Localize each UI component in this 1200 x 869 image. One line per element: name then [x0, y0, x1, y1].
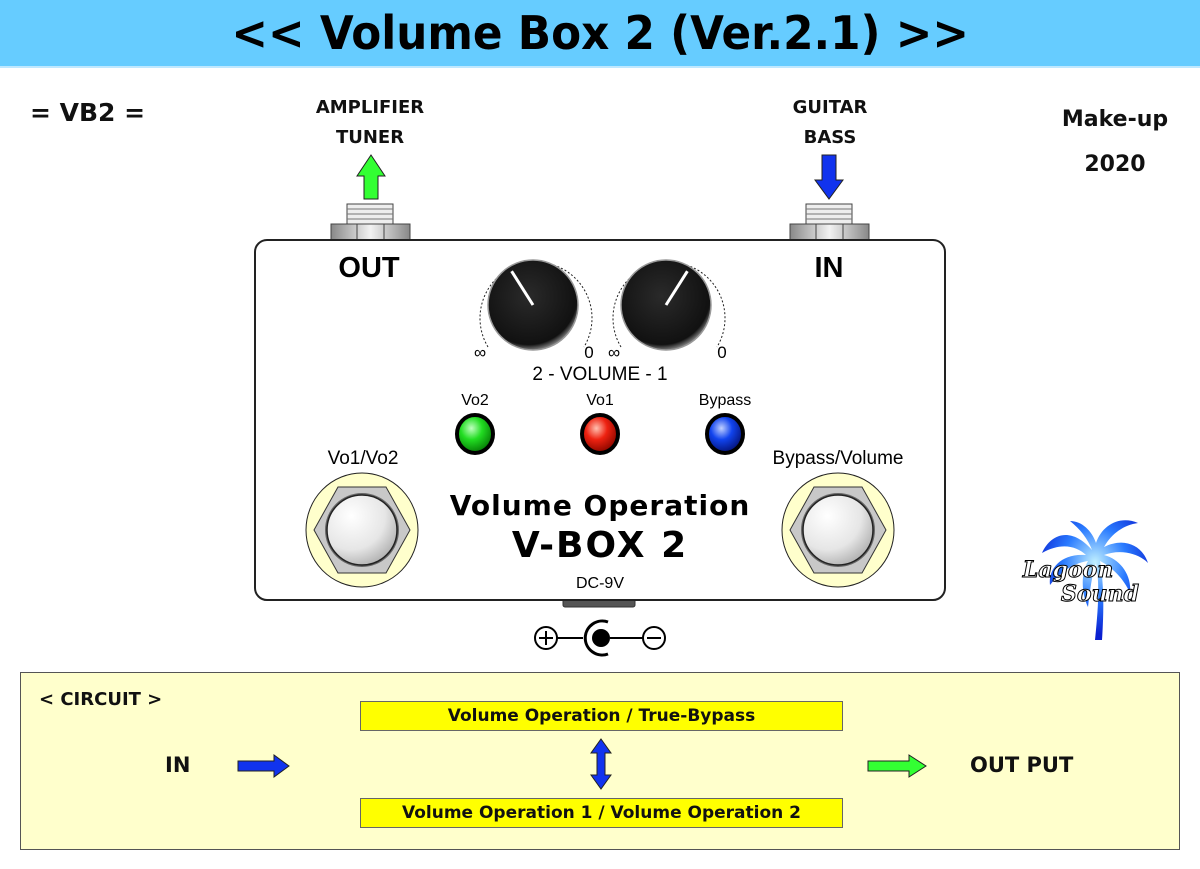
led-bypass-label: Bypass	[699, 392, 751, 409]
knob1-min-label: ∞	[608, 343, 620, 362]
circuit-mode-top: Volume Operation / True-Bypass	[360, 701, 843, 731]
footswitch-bypass-volume[interactable]	[781, 472, 895, 588]
led-vo1-label: Vo1	[586, 392, 614, 409]
footswitch-right-label: Bypass/Volume	[773, 448, 904, 469]
knob1-max-label: 0	[717, 343, 726, 362]
footswitch-vo1-vo2[interactable]	[305, 472, 419, 588]
power-label: DC-9V	[576, 575, 624, 592]
led-vo1	[580, 413, 620, 455]
pedal-name-line2: V-BOX 2	[512, 525, 688, 566]
lagoon-sound-logo: Lagoon Sound	[1021, 520, 1148, 640]
dc-polarity-icon	[534, 619, 666, 657]
circuit-out-label: OUT PUT	[970, 753, 1074, 777]
circuit-out-arrow-icon	[867, 754, 927, 778]
circuit-title: < CIRCUIT >	[39, 689, 163, 710]
circuit-mode-bottom: Volume Operation 1 / Volume Operation 2	[360, 798, 843, 828]
knob2-max-label: 0	[584, 343, 593, 362]
in-jack-label: IN	[815, 252, 844, 284]
circuit-switch-arrow-icon	[590, 738, 612, 790]
output-jack[interactable]	[330, 203, 411, 242]
logo-text-line1: Lagoon	[1022, 557, 1113, 583]
circuit-in-label: IN	[165, 753, 191, 777]
circuit-panel: < CIRCUIT > IN Volume Operation / True-B…	[20, 672, 1180, 850]
knob-caption: 2 - VOLUME - 1	[532, 364, 667, 385]
led-vo2	[455, 413, 495, 455]
pedal-name-line1: Volume Operation	[450, 489, 751, 522]
out-jack-label: OUT	[338, 252, 400, 284]
input-arrow-icon	[814, 154, 844, 200]
led-bypass	[705, 413, 745, 455]
input-jack[interactable]	[789, 203, 870, 242]
led-vo2-label: Vo2	[461, 392, 489, 409]
knob2-min-label: ∞	[474, 343, 486, 362]
footswitch-left-label: Vo1/Vo2	[328, 448, 399, 469]
circuit-in-arrow-icon	[237, 754, 290, 778]
output-arrow-icon	[356, 154, 386, 200]
logo-text-line2: Sound	[1061, 581, 1139, 607]
